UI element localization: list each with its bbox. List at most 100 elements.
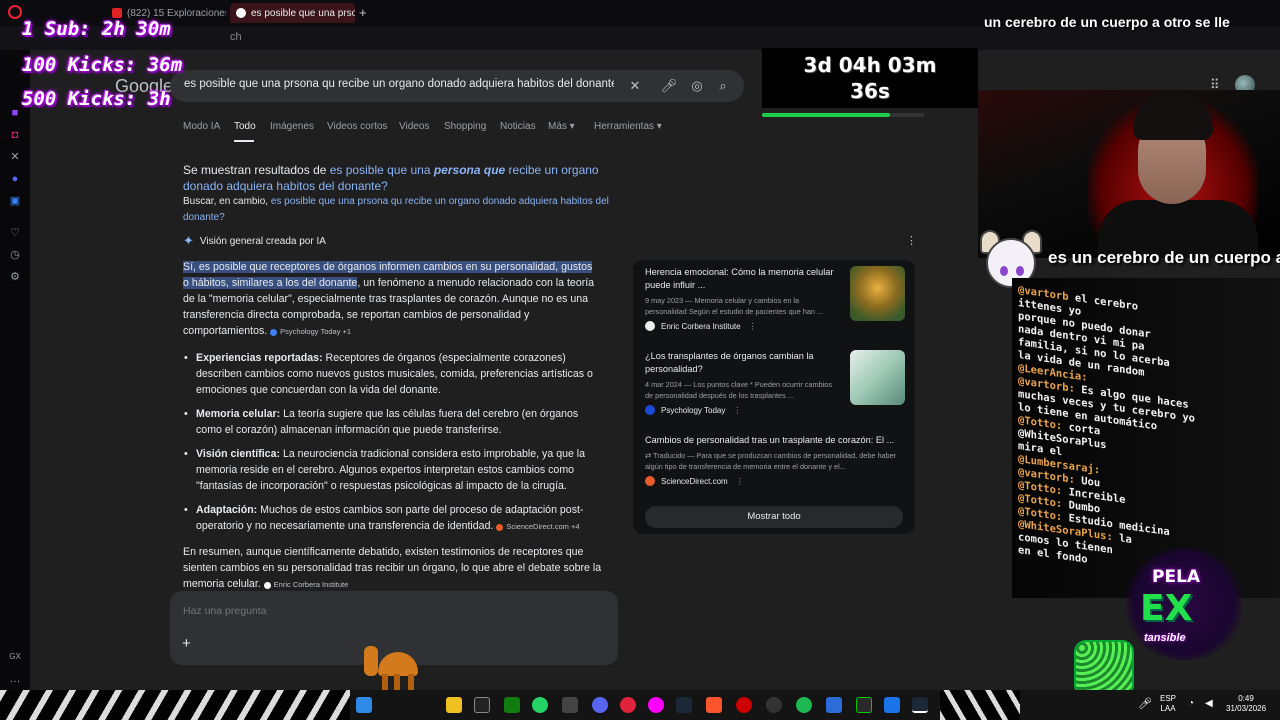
- browser-sidebar: ■ ◘ ✕ ● ▣ ♡ ◷ ⚙ GX …: [0, 50, 30, 690]
- tab-herramientas[interactable]: Herramientas ▾: [594, 121, 662, 132]
- steam-icon[interactable]: [676, 697, 692, 713]
- source-item[interactable]: Herencia emocional: Cómo la memoria celu…: [645, 266, 905, 331]
- youtube-icon: [112, 8, 122, 18]
- timer-text: 3d 04h 03m 36s: [803, 53, 937, 103]
- new-tab-button[interactable]: +: [359, 5, 367, 20]
- app-icon[interactable]: [826, 697, 842, 713]
- ai-overview-summary: En resumen, aunque científicamente debat…: [183, 546, 602, 590]
- taskbar: 🎤︎ ESP LAA ◔ ◀ 0:49 31/03/2026: [0, 690, 1280, 720]
- mascot-eye: [1000, 266, 1008, 276]
- address-text: ch: [230, 31, 242, 43]
- source-site: Enric Corbera Institute ⋮: [645, 321, 905, 331]
- original-query-suggestion: Buscar, en cambio, es posible que una pr…: [183, 196, 609, 223]
- tab-todo[interactable]: Todo: [234, 121, 256, 132]
- app-icon[interactable]: [856, 697, 872, 713]
- source-site: ScienceDirect.com ⋮: [645, 476, 905, 486]
- tab-noticias[interactable]: Noticias: [500, 121, 536, 132]
- network-icon[interactable]: ◔: [1188, 699, 1194, 709]
- more-options-icon[interactable]: ⋮: [906, 234, 917, 247]
- x-icon[interactable]: ✕: [8, 150, 22, 164]
- gx-label: GX: [9, 652, 21, 661]
- clear-icon[interactable]: ✕: [626, 77, 644, 95]
- clock[interactable]: 0:49 31/03/2026: [1226, 694, 1266, 714]
- tab-imagenes[interactable]: Imágenes: [270, 121, 314, 132]
- more-icon[interactable]: ⋮: [733, 406, 741, 415]
- lens-icon[interactable]: ◎: [688, 77, 706, 95]
- tab-videos-cortos[interactable]: Videos cortos: [327, 121, 387, 132]
- heart-icon[interactable]: ♡: [8, 226, 22, 240]
- history-icon[interactable]: ◷: [8, 248, 22, 262]
- goal-line: 1 Sub: 2h 30m: [22, 18, 171, 40]
- opera-gx-icon[interactable]: [620, 697, 636, 713]
- windows-start-icon[interactable]: [356, 697, 372, 713]
- whatsapp-icon[interactable]: [532, 697, 548, 713]
- app-icon[interactable]: [562, 697, 578, 713]
- source-snippet: 4 mar 2024 — Los puntos clave * Pueden o…: [645, 380, 832, 400]
- camel-sprite: [364, 646, 434, 694]
- spelling-correction: Se muestran resultados de es posible que…: [183, 163, 599, 193]
- steam-active-icon[interactable]: [912, 697, 928, 713]
- tab-search[interactable]: es posible que una prsona: [230, 3, 355, 23]
- source-snippet: 9 may 2023 — Memoria celular y cambios e…: [645, 296, 824, 316]
- tab-label: (822) 15 Exploraciones Ult: [127, 7, 226, 19]
- source-item[interactable]: Cambios de personalidad tras un trasplan…: [645, 434, 905, 486]
- source-title[interactable]: Cambios de personalidad tras un trasplan…: [645, 434, 905, 447]
- chat-messages: @vartorb el cerebro ittenes yo porque no p…: [1018, 284, 1268, 592]
- list-item: Experiencias reportadas: Receptores de ó…: [183, 350, 603, 398]
- browser-icon[interactable]: [648, 697, 664, 713]
- discord-icon[interactable]: ●: [8, 172, 22, 186]
- opera-menu-icon[interactable]: [8, 5, 22, 19]
- app-icon[interactable]: [884, 697, 900, 713]
- discord-icon[interactable]: [592, 697, 608, 713]
- instagram-icon[interactable]: ◘: [8, 128, 22, 142]
- site-favicon: [645, 476, 655, 486]
- spotify-icon[interactable]: [796, 697, 812, 713]
- camel-hump: [378, 652, 418, 676]
- ai-overview-intro: Sí, es posible que receptores de órganos…: [183, 261, 595, 337]
- microphone-tray-icon[interactable]: 🎤︎: [1138, 699, 1152, 710]
- tab-mas[interactable]: Más ▾: [548, 121, 575, 132]
- list-item: Adaptación: Muchos de estos cambios son …: [183, 502, 603, 535]
- xbox-icon[interactable]: [504, 697, 520, 713]
- timer-progress-fill: [762, 113, 890, 117]
- list-item: Visión científica: La neurociencia tradi…: [183, 446, 603, 494]
- source-title[interactable]: Herencia emocional: Cómo la memoria celu…: [645, 266, 841, 292]
- mascot-eye: [1016, 266, 1024, 276]
- google-icon: [236, 8, 246, 18]
- twitch-icon[interactable]: ■: [8, 106, 22, 120]
- source-thumbnail[interactable]: [850, 350, 905, 405]
- more-icon[interactable]: …: [8, 672, 22, 686]
- volume-icon[interactable]: ◀: [1205, 699, 1213, 709]
- file-explorer-icon[interactable]: [446, 697, 462, 713]
- app-icon[interactable]: [766, 697, 782, 713]
- epic-games-icon[interactable]: [474, 697, 490, 713]
- brave-icon[interactable]: [706, 697, 722, 713]
- source-thumbnail[interactable]: [850, 266, 905, 321]
- search-input[interactable]: [184, 78, 614, 90]
- microphone-icon[interactable]: 🎤︎: [660, 77, 678, 95]
- decorative-stripes: [940, 690, 1020, 720]
- app-icon[interactable]: ▣: [8, 194, 22, 208]
- timer-progress-bar: [762, 113, 924, 117]
- search-box: ✕ 🎤︎ ◎ ⌕: [170, 70, 744, 102]
- settings-icon[interactable]: ⚙: [8, 270, 22, 284]
- plus-icon[interactable]: +: [182, 635, 191, 652]
- source-chip[interactable]: ScienceDirect.com +4: [496, 522, 580, 531]
- source-title[interactable]: ¿Los transplantes de órganos cambian la …: [645, 350, 841, 376]
- tab-videos[interactable]: Videos: [399, 121, 429, 132]
- app-icon[interactable]: [736, 697, 752, 713]
- ask-input[interactable]: [183, 605, 583, 617]
- tab-shopping[interactable]: Shopping: [444, 121, 486, 132]
- active-tab-indicator: [234, 140, 254, 142]
- search-icon[interactable]: ⌕: [714, 77, 732, 95]
- source-chip[interactable]: Enric Corbera Institute: [263, 580, 348, 589]
- source-chip[interactable]: Psychology Today +1: [270, 327, 351, 336]
- show-all-button[interactable]: Mostrar todo: [645, 506, 903, 528]
- source-item[interactable]: ¿Los transplantes de órganos cambian la …: [645, 350, 905, 415]
- language-indicator[interactable]: ESP LAA: [1160, 694, 1176, 714]
- site-favicon: [645, 321, 655, 331]
- more-icon[interactable]: ⋮: [736, 477, 744, 486]
- tab-modo-ia[interactable]: Modo IA: [183, 121, 220, 132]
- more-icon[interactable]: ⋮: [749, 322, 757, 331]
- list-item: Memoria celular: La teoría sugiere que l…: [183, 406, 603, 438]
